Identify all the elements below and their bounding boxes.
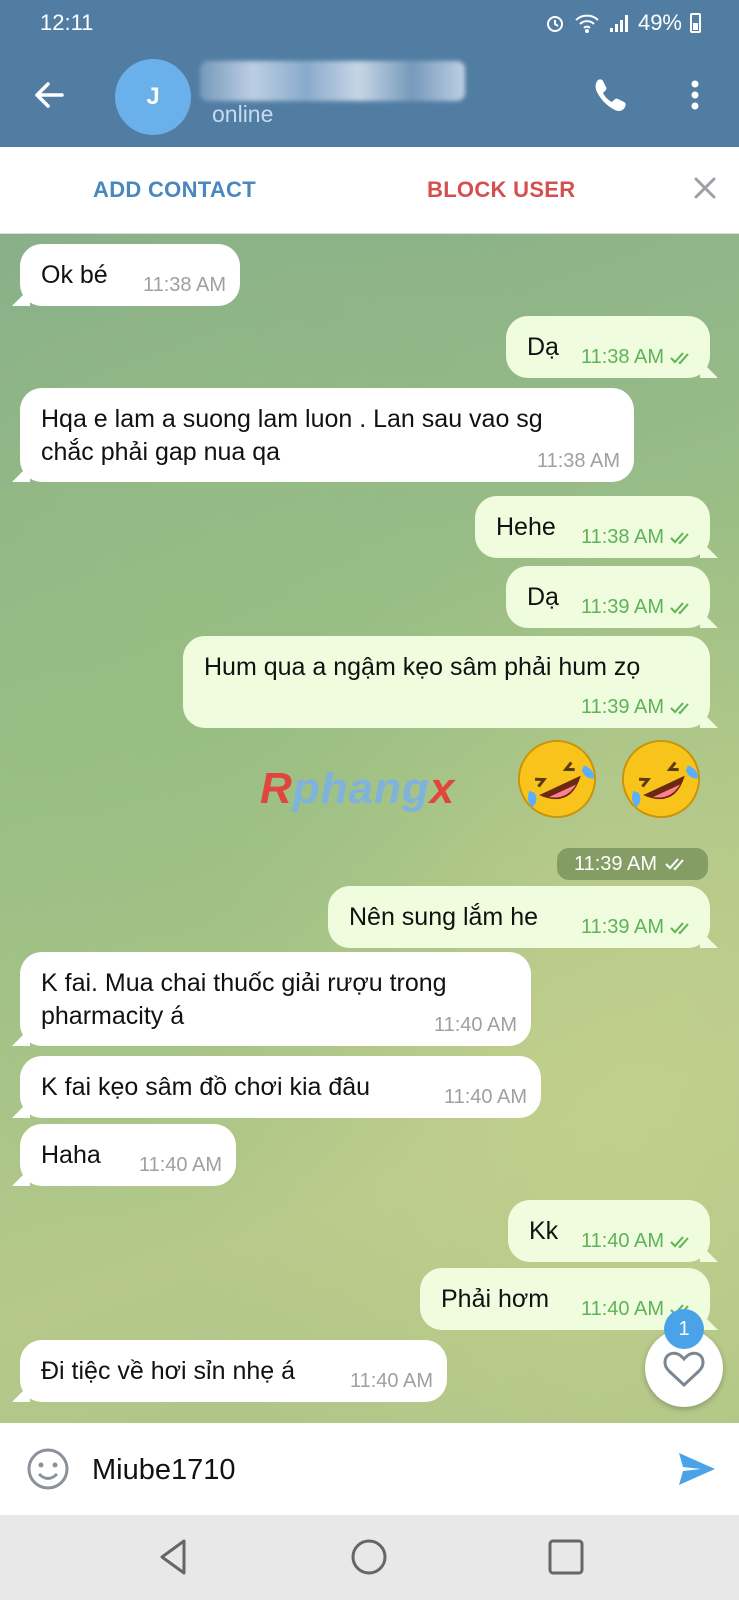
more-vert-icon[interactable] xyxy=(680,75,710,115)
message-text: K fai. Mua chai thuốc giải rượu trong ph… xyxy=(41,967,447,1033)
message-text: Hqa e lam a suong lam luon . Lan sau vao… xyxy=(41,403,543,469)
message-time: 11:39 AM xyxy=(573,852,658,875)
avatar[interactable]: J xyxy=(115,59,191,135)
wifi-icon xyxy=(575,14,599,33)
message-text: Hum qua a ngậm kẹo sâm phải hum zọ xyxy=(204,653,641,681)
message-bubble-incoming[interactable]: K fai. Mua chai thuốc giải rượu trong ph… xyxy=(12,952,531,1046)
double-check-icon xyxy=(670,701,689,714)
watermark-logo: Rphangx xyxy=(260,764,456,813)
battery-percent: 49% xyxy=(637,10,682,35)
message-time: 11:39 AM xyxy=(580,596,664,618)
message-time: 11:38 AM xyxy=(536,450,620,472)
message-text: Nên sung lắm he xyxy=(349,903,539,931)
contact-action-bar: ADD CONTACT BLOCK USER xyxy=(0,147,739,234)
chat-header: J online xyxy=(0,45,739,147)
rofl-emoji[interactable] xyxy=(512,734,602,824)
message-text: Phải hơm xyxy=(441,1285,550,1313)
message-line: K fai. Mua chai thuốc giải rượu trong xyxy=(41,969,447,997)
message-line: chắc phải gap nua qa xyxy=(41,438,281,466)
nav-home-icon[interactable] xyxy=(347,1535,391,1579)
message-input[interactable] xyxy=(90,1449,634,1491)
unread-count-badge: 1 xyxy=(664,1309,704,1349)
message-text: K fai kẹo sâm đồ chơi kia đâu xyxy=(41,1073,371,1101)
emoji-time-stamp: 11:39 AM xyxy=(557,848,708,880)
nav-recents-icon[interactable] xyxy=(544,1535,588,1579)
system-nav-bar xyxy=(0,1515,739,1600)
chat-area[interactable]: Ok bé 11:38 AM Dạ 11:38 AM Hqa e lam a s… xyxy=(0,234,739,1423)
message-time: 11:39 AM xyxy=(580,696,664,718)
message-text: Haha xyxy=(41,1141,101,1169)
message-bubble-incoming[interactable]: Ok bé 11:38 AM xyxy=(12,244,240,306)
add-contact-button[interactable]: ADD CONTACT xyxy=(93,177,256,203)
message-time: 11:40 AM xyxy=(433,1014,517,1036)
block-user-button[interactable]: BLOCK USER xyxy=(427,177,575,203)
message-time: 11:40 AM xyxy=(443,1086,527,1108)
signal-icon xyxy=(609,15,628,32)
message-line: Hqa e lam a suong lam luon . Lan sau vao… xyxy=(41,405,543,433)
contact-status: online xyxy=(212,101,274,127)
nav-back-icon[interactable] xyxy=(152,1535,196,1579)
message-text: Ok bé xyxy=(41,261,108,289)
message-time: 11:38 AM xyxy=(580,346,664,368)
rofl-emoji[interactable] xyxy=(616,734,706,824)
message-time: 11:40 AM xyxy=(580,1298,664,1320)
status-bar: 12:11 49% xyxy=(0,0,739,45)
double-check-icon xyxy=(670,601,689,614)
emoji-icon[interactable] xyxy=(26,1447,70,1491)
message-bubble-incoming[interactable]: Haha 11:40 AM xyxy=(12,1124,236,1186)
message-text: Dạ xyxy=(527,583,559,611)
message-bubble-incoming[interactable]: Hqa e lam a suong lam luon . Lan sau vao… xyxy=(12,388,634,482)
double-check-icon xyxy=(665,858,684,871)
double-check-icon xyxy=(670,531,689,544)
message-time: 11:38 AM xyxy=(580,526,664,548)
message-time: 11:40 AM xyxy=(349,1370,433,1392)
double-check-icon xyxy=(670,351,689,364)
message-input-bar xyxy=(0,1423,739,1515)
contact-name-blurred[interactable] xyxy=(200,61,465,101)
message-text: Hehe xyxy=(496,513,556,541)
message-time: 11:40 AM xyxy=(138,1154,222,1176)
message-bubble-outgoing[interactable]: Kk 11:40 AM xyxy=(508,1200,718,1262)
status-icons: 49% xyxy=(544,10,701,36)
message-bubble-incoming[interactable]: Đi tiệc về hơi sỉn nhẹ á 11:40 AM xyxy=(12,1340,447,1402)
double-check-icon xyxy=(670,1235,689,1248)
message-time: 11:38 AM xyxy=(142,274,226,296)
close-icon[interactable] xyxy=(690,173,720,203)
phone-icon[interactable] xyxy=(590,75,630,115)
message-bubble-outgoing[interactable]: Dạ 11:39 AM xyxy=(506,566,718,628)
send-icon[interactable] xyxy=(676,1449,718,1489)
message-bubble-outgoing[interactable]: Nên sung lắm he 11:39 AM xyxy=(328,886,718,948)
double-check-icon xyxy=(670,921,689,934)
message-text: Đi tiệc về hơi sỉn nhẹ á xyxy=(41,1357,296,1385)
message-time: 11:39 AM xyxy=(580,916,664,938)
status-time: 12:11 xyxy=(40,10,94,35)
battery-icon xyxy=(690,13,701,33)
message-bubble-outgoing[interactable]: Dạ 11:38 AM xyxy=(506,316,718,378)
message-time: 11:40 AM xyxy=(580,1230,664,1252)
alarm-icon xyxy=(546,16,563,32)
message-text: Dạ xyxy=(527,333,559,361)
message-bubble-incoming[interactable]: K fai kẹo sâm đồ chơi kia đâu 11:40 AM xyxy=(12,1056,541,1118)
message-bubble-outgoing[interactable]: Hehe 11:38 AM xyxy=(475,496,718,558)
message-bubble-outgoing[interactable]: Hum qua a ngậm kẹo sâm phải hum zọ 11:39… xyxy=(183,636,718,728)
message-text: Kk xyxy=(529,1217,559,1245)
message-line: pharmacity á xyxy=(41,1002,185,1030)
back-arrow-icon[interactable] xyxy=(28,73,72,117)
